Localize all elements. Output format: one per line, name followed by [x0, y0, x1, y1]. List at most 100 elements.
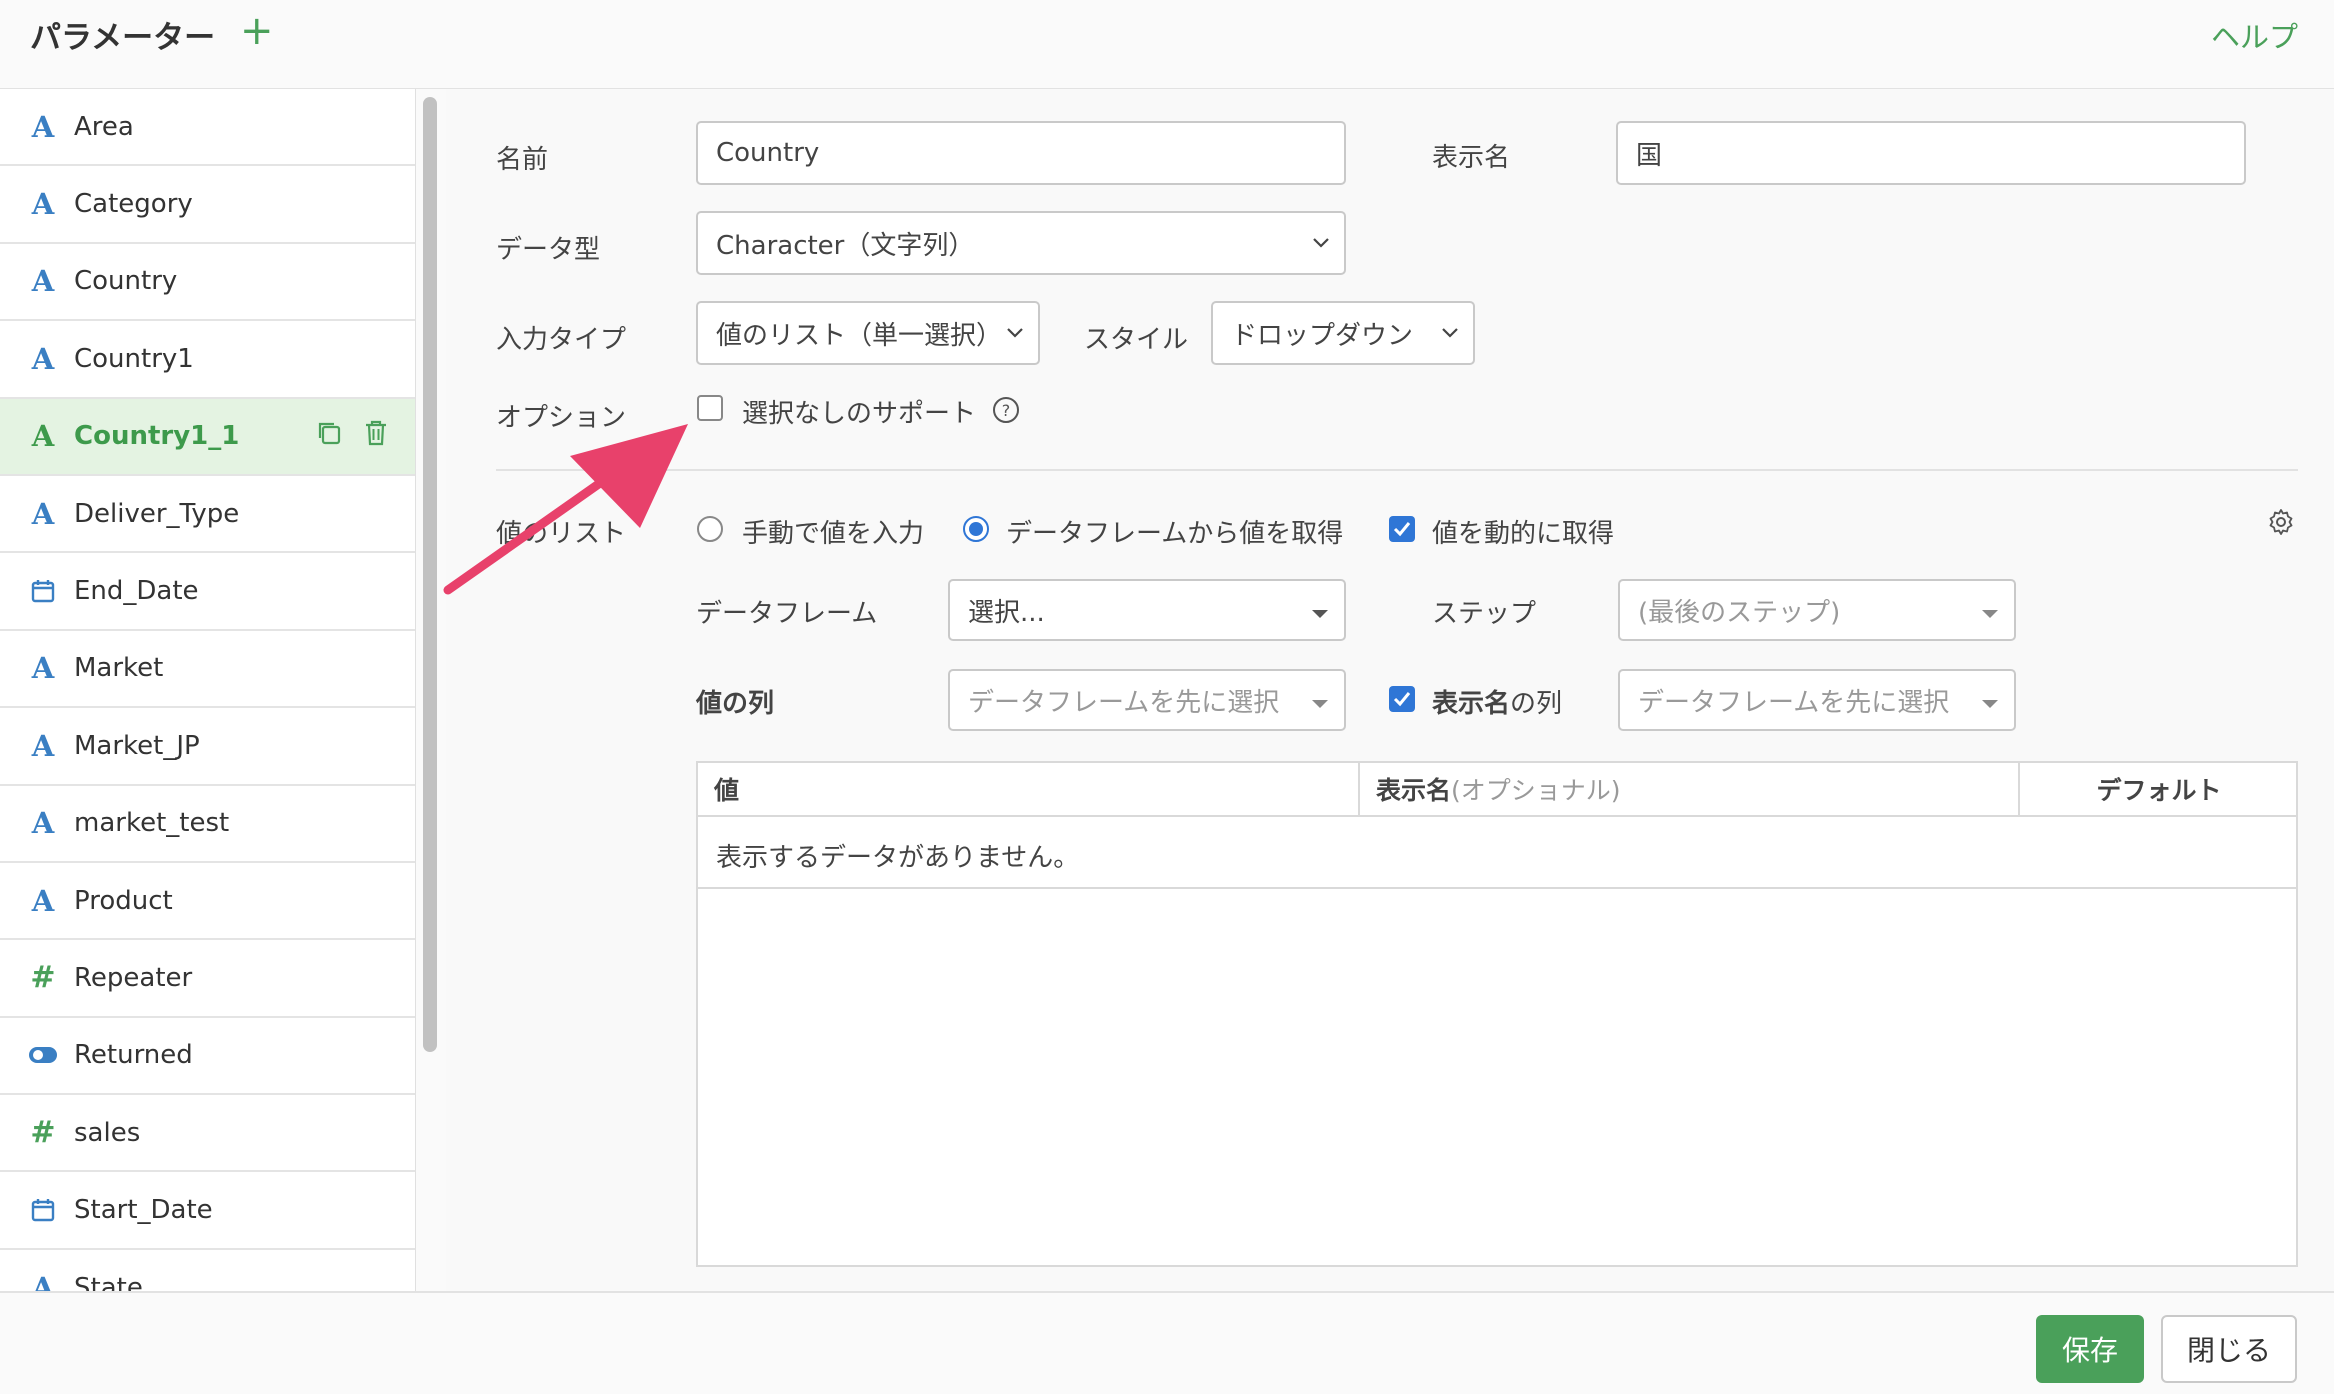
parameter-list: A Area A Category A Country A Country1 A Coun…: [0, 89, 416, 1291]
value-column-select[interactable]: データフレームを先に選択: [948, 669, 1346, 731]
caret-down-icon: [1982, 700, 1998, 708]
text-type-icon: A: [31, 496, 55, 531]
support-no-selection-label: 選択なしのサポート: [742, 399, 977, 429]
sidebar-item-repeater[interactable]: # Repeater: [0, 940, 415, 1018]
name-input[interactable]: Country: [696, 121, 1346, 185]
text-type-icon: A: [31, 883, 55, 918]
sidebar-item-label: Deliver_Type: [74, 498, 240, 529]
sidebar-item-product[interactable]: A Product: [0, 863, 415, 941]
dataframe-select[interactable]: 選択...: [948, 579, 1346, 641]
trash-icon[interactable]: [363, 419, 389, 454]
text-type-icon: A: [31, 187, 55, 222]
sidebar-item-label: sales: [74, 1117, 141, 1148]
dialog-header: パラメーター + ヘルプ: [0, 0, 2334, 89]
display-column-label-bold: 表示名: [1432, 689, 1511, 719]
datatype-label: データ型: [496, 235, 601, 265]
step-select[interactable]: (最後のステップ): [1618, 579, 2016, 641]
sidebar-item-label: End_Date: [74, 576, 199, 607]
inputtype-select-value: 値のリスト（単一選択）: [716, 320, 1003, 351]
copy-icon[interactable]: [315, 419, 343, 454]
sidebar-item-start-date[interactable]: Start_Date: [0, 1172, 415, 1250]
sidebar-item-country1[interactable]: A Country1: [0, 321, 415, 399]
sidebar-scrollbar[interactable]: [423, 97, 437, 1052]
text-type-icon: A: [31, 806, 55, 841]
section-divider: [496, 469, 2298, 471]
sidebar-item-label: Repeater: [74, 962, 193, 993]
dataframe-source-radio[interactable]: [963, 516, 989, 542]
text-type-icon: A: [31, 341, 55, 376]
save-button[interactable]: 保存: [2036, 1315, 2144, 1383]
column-header-value-text: 値: [714, 776, 740, 805]
display-column-select[interactable]: データフレームを先に選択: [1618, 669, 2016, 731]
dataframe-source-label: データフレームから値を取得: [1006, 519, 1344, 549]
calendar-icon: [28, 1195, 58, 1225]
sidebar-item-country1-1[interactable]: A Country1_1: [0, 398, 415, 476]
column-divider: [1358, 763, 1360, 815]
table-header: 値 表示名 (オプショナル) デフォルト: [698, 763, 2296, 817]
sidebar-item-label: Product: [74, 885, 173, 916]
text-type-icon: A: [31, 1270, 55, 1291]
manual-entry-radio[interactable]: [697, 516, 723, 542]
calendar-icon: [28, 576, 58, 606]
annotation-arrow: [443, 424, 688, 595]
gear-icon[interactable]: [2266, 507, 2296, 541]
help-link[interactable]: ヘルプ: [2211, 14, 2298, 56]
name-label: 名前: [496, 145, 549, 175]
name-input-value: Country: [716, 138, 820, 168]
text-type-icon: A: [31, 651, 55, 686]
sidebar-item-sales[interactable]: # sales: [0, 1095, 415, 1173]
dialog-title: パラメーター: [30, 20, 216, 56]
sidebar-item-label: Area: [74, 111, 134, 142]
display-column-checkbox[interactable]: [1389, 686, 1415, 712]
sidebar-item-market-jp[interactable]: A Market_JP: [0, 708, 415, 786]
sidebar-item-label: Market_JP: [74, 730, 200, 761]
sidebar-item-area[interactable]: A Area: [0, 89, 415, 167]
step-label: ステップ: [1432, 599, 1537, 629]
sidebar-item-label: Country1: [74, 343, 194, 374]
svg-text:?: ?: [1002, 401, 1011, 420]
help-circle-icon[interactable]: ?: [992, 396, 1020, 428]
dynamic-values-checkbox[interactable]: [1389, 516, 1415, 542]
chevron-down-icon: [1313, 238, 1329, 248]
display-column-label-rest: の列: [1510, 689, 1563, 719]
sidebar-item-returned[interactable]: Returned: [0, 1018, 415, 1096]
datatype-select[interactable]: Character（文字列）: [696, 211, 1346, 275]
sidebar-item-market[interactable]: A Market: [0, 631, 415, 709]
number-type-icon: #: [30, 960, 56, 996]
sidebar-item-label: market_test: [74, 808, 230, 839]
dataframe-label: データフレーム: [696, 599, 878, 629]
sidebar-item-label: Category: [74, 189, 193, 220]
caret-down-icon: [1312, 610, 1328, 618]
caret-down-icon: [1312, 700, 1328, 708]
sidebar-item-market-test[interactable]: Amarket_test: [0, 786, 415, 863]
sidebar-item-deliver-type[interactable]: A Deliver_Type: [0, 476, 415, 554]
sidebar-item-category[interactable]: A Category: [0, 166, 415, 244]
sidebar-item-label: Returned: [74, 1040, 193, 1071]
inputtype-label: 入力タイプ: [496, 325, 627, 355]
display-name-input[interactable]: 国: [1616, 121, 2246, 185]
sidebar-item-label: Start_Date: [74, 1195, 213, 1226]
inputtype-select[interactable]: 値のリスト（単一選択）: [696, 301, 1040, 365]
dynamic-values-label: 値を動的に取得: [1432, 519, 1615, 549]
sidebar-item-label: Market: [74, 653, 164, 684]
sidebar-item-country[interactable]: A Country: [0, 244, 415, 322]
support-no-selection-checkbox[interactable]: [697, 395, 723, 421]
column-header-display-text: 表示名: [1376, 776, 1452, 805]
table-empty-message: 表示するデータがありません。: [716, 843, 1080, 873]
style-select[interactable]: ドロップダウン: [1211, 301, 1475, 365]
sidebar-item-end-date[interactable]: End_Date: [0, 553, 415, 631]
sidebar-item-label: Country1_1: [74, 421, 240, 452]
close-button[interactable]: 閉じる: [2161, 1315, 2297, 1383]
manual-entry-label: 手動で値を入力: [742, 519, 925, 549]
column-header-value: 値: [714, 763, 739, 815]
step-select-placeholder: (最後のステップ): [1638, 597, 1841, 628]
text-type-icon: A: [31, 264, 55, 299]
parameter-editor: 名前 Country 表示名 国 データ型 Character（文字列） 入力タ…: [446, 89, 2334, 1291]
sidebar-item-state[interactable]: A State: [0, 1250, 415, 1291]
style-label: スタイル: [1084, 325, 1189, 355]
text-type-icon: A: [31, 109, 55, 144]
datatype-select-value: Character（文字列）: [716, 230, 975, 261]
column-header-display-note: (オプショナル): [1451, 776, 1621, 805]
add-parameter-plus-icon[interactable]: +: [240, 8, 274, 54]
style-select-value: ドロップダウン: [1231, 320, 1414, 351]
